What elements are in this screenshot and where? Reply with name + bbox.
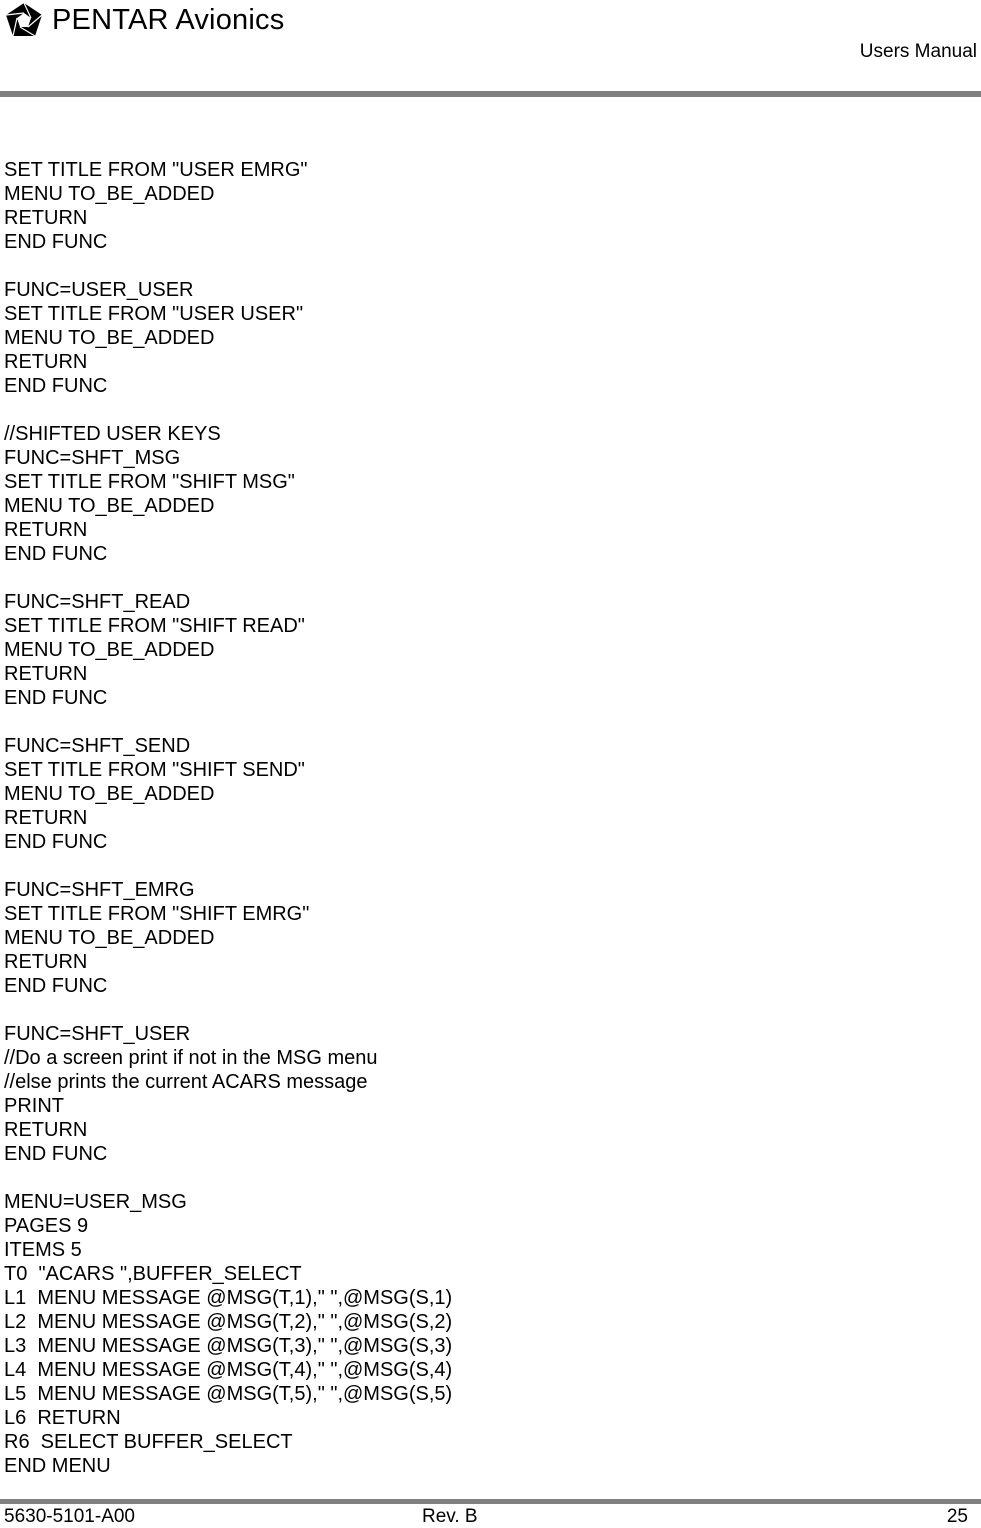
code-line: END FUNC bbox=[4, 1143, 108, 1165]
code-line: MENU TO_BE_ADDED bbox=[4, 783, 215, 805]
code-line: MENU TO_BE_ADDED bbox=[4, 495, 215, 517]
code-line: L5 MENU MESSAGE @MSG(T,5)," ",@MSG(S,5) bbox=[4, 1383, 453, 1405]
code-line: RETURN bbox=[4, 663, 88, 685]
code-line: RETURN bbox=[4, 351, 88, 373]
code-line: PAGES 9 bbox=[4, 1215, 89, 1237]
pentagon-aperture-logo-icon bbox=[4, 2, 44, 38]
code-line: FUNC=USER_USER bbox=[4, 279, 194, 301]
code-line: //SHIFTED USER KEYS bbox=[4, 423, 221, 445]
code-line: L2 MENU MESSAGE @MSG(T,2)," ",@MSG(S,2) bbox=[4, 1311, 453, 1333]
code-line: END FUNC bbox=[4, 375, 108, 397]
code-line: SET TITLE FROM "SHIFT EMRG" bbox=[4, 903, 310, 925]
code-line: PRINT bbox=[4, 1095, 64, 1117]
document-type: Users Manual bbox=[859, 41, 977, 62]
code-line: MENU TO_BE_ADDED bbox=[4, 183, 215, 205]
code-line: RETURN bbox=[4, 807, 88, 829]
code-line: FUNC=SHFT_READ bbox=[4, 591, 191, 613]
code-line: ITEMS 5 bbox=[4, 1239, 82, 1261]
code-line: L3 MENU MESSAGE @MSG(T,3)," ",@MSG(S,3) bbox=[4, 1335, 453, 1357]
code-line: R6 SELECT BUFFER_SELECT bbox=[4, 1431, 293, 1453]
code-line: SET TITLE FROM "SHIFT MSG" bbox=[4, 471, 295, 493]
code-line: END FUNC bbox=[4, 687, 108, 709]
code-line: //Do a screen print if not in the MSG me… bbox=[4, 1047, 378, 1069]
code-line: RETURN bbox=[4, 1119, 88, 1141]
code-line: L6 RETURN bbox=[4, 1407, 121, 1429]
code-line: //else prints the current ACARS message bbox=[4, 1071, 368, 1093]
header-divider bbox=[0, 91, 981, 97]
code-line: SET TITLE FROM "SHIFT SEND" bbox=[4, 759, 305, 781]
code-line: L4 MENU MESSAGE @MSG(T,4)," ",@MSG(S,4) bbox=[4, 1359, 453, 1381]
code-line: END FUNC bbox=[4, 231, 108, 253]
script-listing: SET TITLE FROM "USER EMRG" MENU TO_BE_ADD… bbox=[4, 158, 452, 1478]
code-line: MENU TO_BE_ADDED bbox=[4, 927, 215, 949]
page-header: PENTAR Avionics Users Manual bbox=[0, 0, 981, 100]
footer-divider bbox=[0, 1499, 981, 1504]
code-line: L1 MENU MESSAGE @MSG(T,1)," ",@MSG(S,1) bbox=[4, 1287, 453, 1309]
code-line: FUNC=SHFT_MSG bbox=[4, 447, 181, 469]
code-line: SET TITLE FROM "SHIFT READ" bbox=[4, 615, 305, 637]
code-line: RETURN bbox=[4, 207, 88, 229]
code-line: FUNC=SHFT_USER bbox=[4, 1023, 191, 1045]
code-line: END MENU bbox=[4, 1455, 111, 1477]
code-line: MENU=USER_MSG bbox=[4, 1191, 187, 1213]
company-logo: PENTAR Avionics bbox=[4, 2, 284, 38]
code-line: SET TITLE FROM "USER EMRG" bbox=[4, 159, 308, 181]
code-line: RETURN bbox=[4, 519, 88, 541]
code-line: RETURN bbox=[4, 951, 88, 973]
code-line: SET TITLE FROM "USER USER" bbox=[4, 303, 304, 325]
code-line: MENU TO_BE_ADDED bbox=[4, 327, 215, 349]
code-line: FUNC=SHFT_SEND bbox=[4, 735, 191, 757]
brand-name: PENTAR Avionics bbox=[52, 4, 285, 36]
code-line: END FUNC bbox=[4, 831, 108, 853]
code-line: END FUNC bbox=[4, 543, 108, 565]
code-line: FUNC=SHFT_EMRG bbox=[4, 879, 195, 901]
code-line: T0 "ACARS ",BUFFER_SELECT bbox=[4, 1263, 302, 1285]
code-line: MENU TO_BE_ADDED bbox=[4, 639, 215, 661]
code-line: END FUNC bbox=[4, 975, 108, 997]
